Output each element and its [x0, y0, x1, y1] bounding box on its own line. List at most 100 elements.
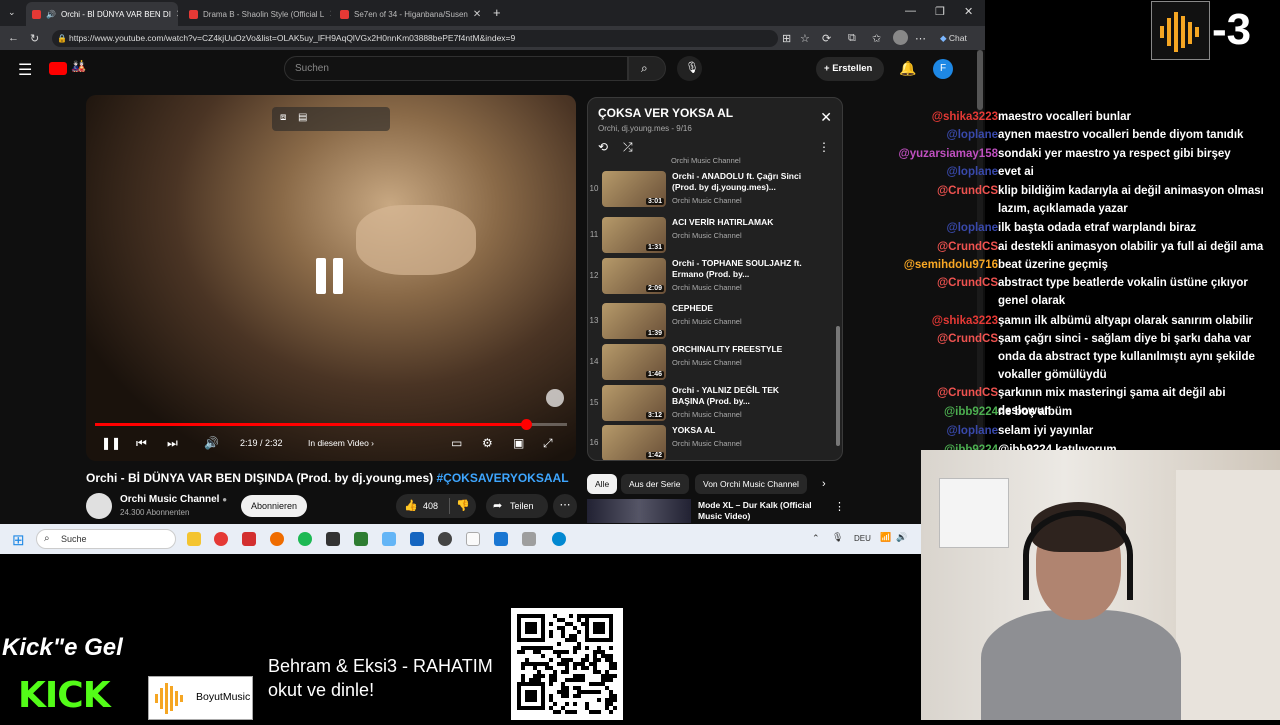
search-input[interactable]: Suchen: [284, 56, 628, 81]
obs-icon[interactable]: [438, 532, 452, 546]
playlist-item[interactable]: 15 3:12 Orchi - YALNIZ DEĞİL TEK BAŞINA (P…: [588, 382, 836, 424]
minimize-icon[interactable]: —: [905, 5, 916, 17]
chrome-icon[interactable]: [214, 532, 228, 546]
playlist-item[interactable]: 13 1:39 CEPHEDE Orchi Music Channel: [588, 300, 836, 342]
search-button[interactable]: ⌕: [628, 56, 666, 81]
extension-icon[interactable]: ⟳: [822, 32, 831, 45]
tab-se7en[interactable]: Se7en of 34 - Higanbana/Susen ✕: [334, 2, 484, 26]
chapter-button[interactable]: In diesem Video ›: [308, 438, 374, 448]
url-field[interactable]: https://www.youtube.com/watch?v=CZ4kjUuO…: [52, 30, 778, 47]
fullscreen-icon[interactable]: ⤢: [543, 436, 553, 451]
volume-icon[interactable]: 🔊: [204, 436, 219, 450]
close-icon[interactable]: ✕: [820, 109, 832, 126]
youtube-logo-icon[interactable]: [49, 62, 67, 75]
progress-bar[interactable]: [95, 419, 567, 430]
account-avatar[interactable]: F: [933, 59, 953, 79]
volume-icon[interactable]: 🔊: [896, 532, 907, 543]
chat-username[interactable]: @shika3223: [932, 108, 998, 126]
app-icon[interactable]: [242, 532, 256, 546]
playlist-item-thumbnail[interactable]: 2:09: [602, 258, 666, 294]
back-icon[interactable]: ←: [8, 32, 19, 44]
profile-icon[interactable]: [893, 30, 908, 45]
tab-close-icon[interactable]: ✕: [176, 9, 178, 20]
chat-username[interactable]: @ibb9224: [944, 403, 998, 421]
windows-start-icon[interactable]: ⊞: [12, 531, 25, 549]
playlist-item-thumbnail[interactable]: 1:39: [602, 303, 666, 339]
app-icon-3[interactable]: [354, 532, 368, 546]
playlist-item-thumbnail[interactable]: 3:12: [602, 385, 666, 421]
hashtag-link[interactable]: #ÇOKSAVERYOKSAAL: [437, 471, 569, 485]
playlist-scrollbar[interactable]: [836, 326, 840, 446]
chevron-right-icon[interactable]: ›: [822, 478, 826, 490]
app-icon-2[interactable]: [326, 532, 340, 546]
playlist-item-thumbnail[interactable]: 3:01: [602, 171, 666, 207]
tab-drama-b[interactable]: Drama B - Shaolin Style (Official L ✕: [183, 2, 331, 26]
spotify-icon[interactable]: [298, 532, 312, 546]
playlist-item[interactable]: 16 1:42 YOKSA AL Orchi Music Channel: [588, 422, 836, 460]
taskbar-search[interactable]: ⌕ Suche: [36, 529, 176, 549]
create-button[interactable]: + Erstellen: [816, 57, 884, 81]
notepad-icon[interactable]: [466, 532, 480, 546]
chat-username[interactable]: @loplane: [947, 219, 998, 237]
split-screen-icon[interactable]: ⧉: [848, 32, 856, 45]
speaker-icon[interactable]: 🔊: [46, 10, 56, 19]
miniplayer-icon[interactable]: ⧈: [280, 112, 286, 123]
playlist-title[interactable]: ÇOKSA VER YOKSA AL: [598, 106, 733, 120]
next-icon[interactable]: ⏭: [167, 436, 178, 451]
playlist-item-thumbnail[interactable]: 1:31: [602, 217, 666, 253]
chat-username[interactable]: @shika3223: [932, 312, 998, 330]
playlist-item-thumbnail[interactable]: 1:42: [602, 425, 666, 460]
shuffle-icon[interactable]: ⤮: [623, 140, 633, 155]
loop-icon[interactable]: ⟲: [598, 140, 608, 154]
share-button[interactable]: ➦ Teilen: [486, 494, 548, 518]
language-indicator[interactable]: DEU: [854, 534, 871, 543]
chat-username[interactable]: @yuzarsiamay158: [899, 145, 998, 163]
chat-username[interactable]: @loplane: [947, 422, 998, 440]
recommended-thumbnail[interactable]: [587, 499, 691, 523]
apps-icon[interactable]: ⊞: [782, 32, 791, 45]
like-button[interactable]: 👍: [404, 499, 418, 512]
pause-icon[interactable]: ❚❚: [101, 436, 121, 450]
dislike-button[interactable]: 👎: [456, 499, 470, 512]
chat-username[interactable]: @CrundCS: [937, 238, 998, 256]
file-explorer-icon[interactable]: [187, 532, 201, 546]
favorites-icon[interactable]: ✩: [872, 32, 881, 45]
channel-avatar[interactable]: [86, 493, 112, 519]
chat-username[interactable]: @semihdolu9716: [904, 256, 998, 274]
chat-username[interactable]: @ibb9224: [944, 441, 998, 450]
previous-icon[interactable]: ⏮: [136, 436, 147, 451]
chat-username[interactable]: @CrundCS: [937, 330, 998, 348]
shield-icon[interactable]: [410, 532, 424, 546]
tab-list-icon[interactable]: ⌄: [8, 7, 16, 18]
vscode-icon[interactable]: [494, 532, 508, 546]
recommended-menu-icon[interactable]: ⋮: [834, 500, 845, 513]
channel-name[interactable]: Orchi Music Channel ●: [120, 494, 227, 505]
chat-username[interactable]: @CrundCS: [937, 384, 998, 402]
queue-icon[interactable]: ▤: [298, 112, 307, 123]
tray-chevron-icon[interactable]: ⌃: [812, 533, 820, 544]
app-icon-4[interactable]: [382, 532, 396, 546]
playlist-item-thumbnail[interactable]: 1:46: [602, 344, 666, 380]
voice-search-button[interactable]: 🎙: [677, 56, 702, 81]
playlist-menu-icon[interactable]: ⋮: [818, 140, 830, 154]
favorite-star-icon[interactable]: ☆: [800, 32, 810, 45]
playlist-item[interactable]: 10 3:01 Orchi - ANADOLU ft. Çağrı Sinci (P…: [588, 168, 836, 210]
chat-username[interactable]: @loplane: [947, 163, 998, 181]
tray-mic-icon[interactable]: 🎙: [832, 532, 843, 543]
tab-close-icon[interactable]: ✕: [473, 9, 481, 20]
page-scroll-thumb[interactable]: [977, 50, 983, 110]
recommended-title[interactable]: Mode XL – Dur Kalk (Official Music Video…: [698, 500, 828, 522]
reload-icon[interactable]: ↻: [30, 32, 39, 45]
doodle-icon[interactable]: 🎎: [71, 59, 86, 73]
edge-icon[interactable]: [552, 532, 566, 546]
theater-mode-icon[interactable]: ▣: [513, 436, 524, 450]
hamburger-menu-icon[interactable]: ☰: [18, 60, 32, 80]
maximize-icon[interactable]: ❐: [935, 5, 945, 18]
copilot-chat-button[interactable]: ◆ Chat: [940, 33, 967, 44]
chip-all[interactable]: Alle: [587, 474, 618, 494]
more-actions-button[interactable]: ⋯: [553, 494, 577, 518]
tab-close-icon[interactable]: ✕: [329, 9, 331, 20]
playlist-item[interactable]: 11 1:31 ACI VERİR HATIRLAMAK Orchi Music Ch…: [588, 214, 836, 256]
notifications-bell-icon[interactable]: 🔔: [899, 60, 916, 77]
settings-gear-icon[interactable]: ⚙: [482, 436, 493, 450]
